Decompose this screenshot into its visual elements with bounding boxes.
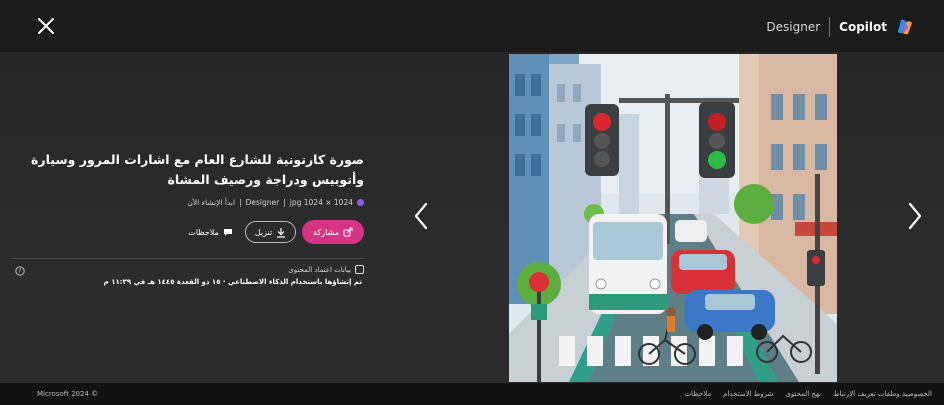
designer-badge-icon (357, 199, 364, 206)
feedback-icon (223, 228, 233, 237)
designer-link[interactable]: Designer (766, 20, 820, 34)
image-source[interactable]: Designer (246, 198, 280, 207)
feedback-button[interactable]: ملاحظات (182, 228, 239, 237)
feedback-label: ملاحظات (188, 227, 219, 237)
start-creating-link[interactable]: ابدأ الإنشاء الآن (187, 198, 235, 207)
brand: Designer Copilot (766, 17, 914, 37)
top-bar: Designer Copilot (0, 0, 944, 52)
image-title: صورة كارتونية للشارع العام مع اشارات الم… (31, 152, 364, 187)
help-icon[interactable]: ? (15, 266, 25, 276)
footer: Microsoft 2024 © الخصوصية وملفات تعريف ا… (0, 383, 944, 405)
image-size: 1024 × 1024 jpg (289, 198, 353, 207)
chevron-right-icon[interactable] (906, 201, 924, 231)
footer-link-privacy[interactable]: الخصوصية وملفات تعريف الارتباط (833, 390, 932, 398)
action-row: مشاركة تنزيل ملاحظات (12, 220, 364, 244)
generated-image[interactable] (509, 54, 837, 382)
footer-link-terms[interactable]: شروط الاستخدام (723, 390, 773, 398)
download-button[interactable]: تنزيل (244, 221, 297, 243)
meta-separator: | (239, 198, 242, 207)
content-credentials: cr بيانات اعتماد المحتوى تم إنشاؤها باست… (12, 265, 364, 286)
footer-link-feedback[interactable]: ملاحظات (684, 390, 711, 398)
footer-links: الخصوصية وملفات تعريف الارتباط نهج المحت… (684, 390, 932, 398)
share-icon (343, 227, 353, 237)
info-divider (12, 258, 364, 259)
content-credentials-icon: cr (355, 265, 364, 274)
chevron-left-icon[interactable] (412, 201, 430, 231)
footer-link-content-policy[interactable]: نهج المحتوى (785, 390, 821, 398)
share-label: مشاركة (313, 227, 339, 237)
image-info-panel: صورة كارتونية للشارع العام مع اشارات الم… (12, 150, 364, 244)
meta-separator: | (283, 198, 286, 207)
image-meta: 1024 × 1024 jpg | Designer | ابدأ الإنشا… (12, 198, 364, 207)
brand-divider (829, 17, 831, 37)
copyright: Microsoft 2024 © (37, 390, 99, 398)
download-label: تنزيل (254, 227, 273, 237)
share-button[interactable]: مشاركة (302, 220, 364, 244)
credentials-detail: تم إنشاؤها باستخدام الذكاء الاصطناعي · ١… (103, 278, 362, 286)
download-icon (276, 227, 286, 238)
svg-text:?: ? (18, 268, 21, 275)
close-icon[interactable] (36, 16, 56, 36)
copilot-label[interactable]: Copilot (839, 20, 887, 34)
credentials-label[interactable]: بيانات اعتماد المحتوى (288, 266, 351, 274)
credentials-heading: cr بيانات اعتماد المحتوى (12, 265, 364, 274)
copilot-logo-icon (896, 18, 914, 36)
